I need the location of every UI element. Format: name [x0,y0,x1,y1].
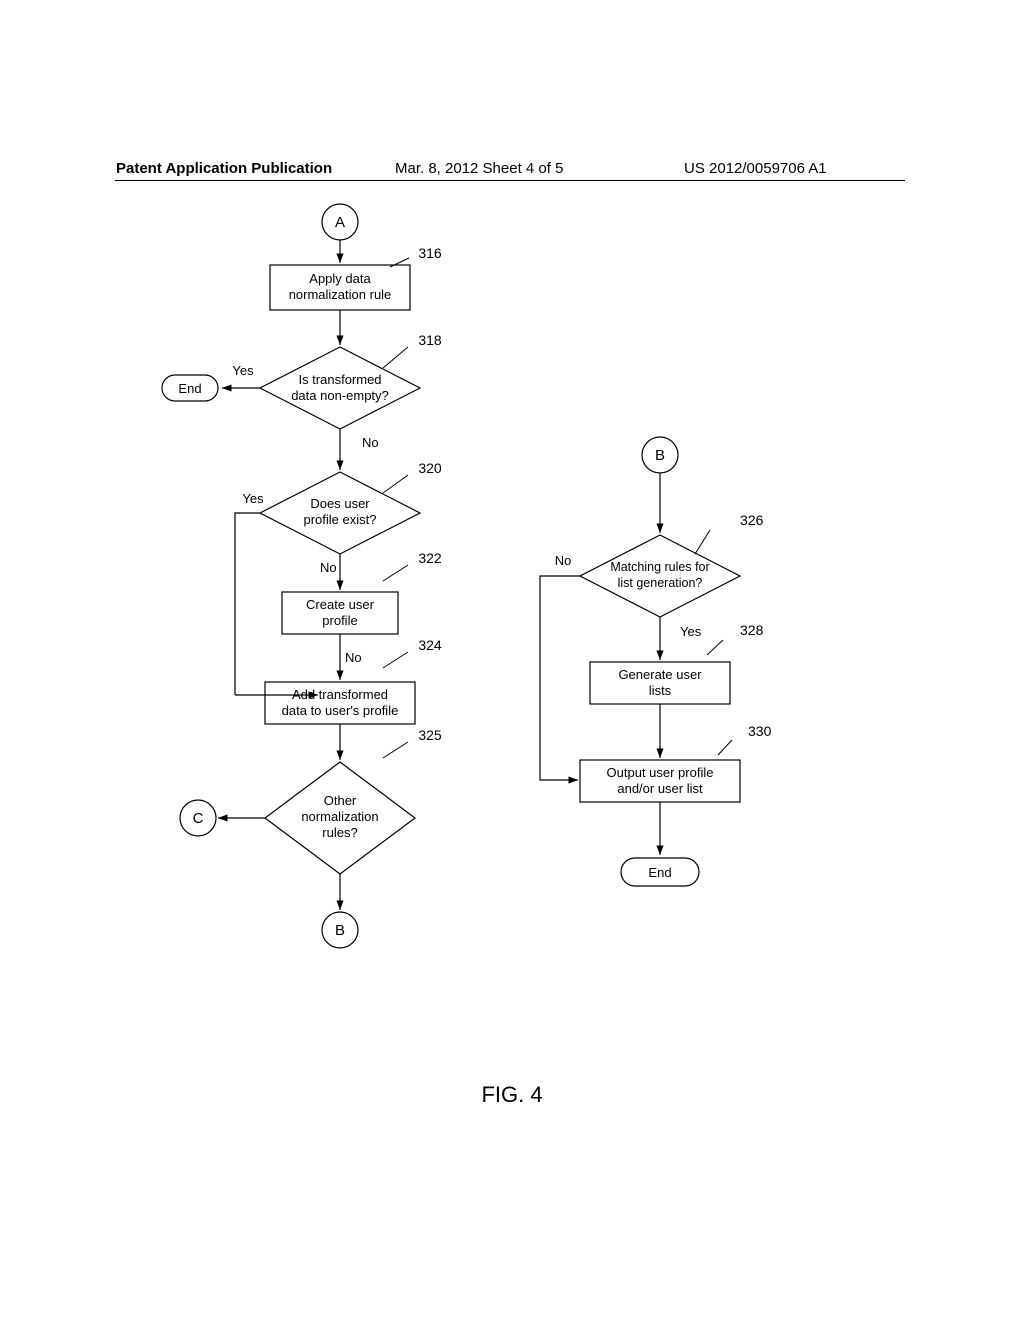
decision-318-text-1: Is transformed [298,372,381,387]
decision-325-text-2: normalization [301,809,378,824]
decision-320-text-2: profile exist? [304,512,377,527]
step-324-text-1: Add transformed [292,687,388,702]
step-324-text-2: data to user's profile [282,703,399,718]
label-no-318: No [362,435,379,450]
label-yes-326: Yes [680,624,702,639]
connector-c-label: C [193,810,204,827]
decision-326-text-1: Matching rules for [610,560,709,574]
ref-326: 326 [740,512,764,528]
label-yes-318: Yes [232,363,254,378]
decision-325-text-1: Other [324,793,357,808]
label-yes-320: Yes [242,491,264,506]
ref-328: 328 [740,622,764,638]
step-330-text-1: Output user profile [607,765,714,780]
flowchart-diagram: A Apply data normalization rule 316 Is t… [0,0,1024,1320]
step-328-text-2: lists [649,683,672,698]
figure-caption: FIG. 4 [0,1082,1024,1108]
terminator-end-1-label: End [178,381,201,396]
connector-b-bottom-label: B [335,922,345,939]
decision-320-text-1: Does user [310,496,370,511]
step-316-text-1: Apply data [309,271,371,286]
terminator-end-2-label: End [648,865,671,880]
connector-b-top-label: B [655,447,665,464]
ref-320: 320 [418,460,442,476]
decision-325-text-3: rules? [322,825,357,840]
label-no-merge: No [345,650,362,665]
step-322-text-2: profile [322,613,357,628]
step-328-text-1: Generate user [618,667,702,682]
ref-330: 330 [748,723,772,739]
step-316-text-2: normalization rule [289,287,392,302]
step-322-text-1: Create user [306,597,375,612]
step-330-text-2: and/or user list [617,781,703,796]
ref-316: 316 [418,245,442,261]
label-no-326: No [555,553,572,568]
decision-326-text-2: list generation? [618,576,703,590]
label-no-320: No [320,560,337,575]
ref-322: 322 [418,550,442,566]
connector-a-label: A [335,214,345,231]
ref-318: 318 [418,332,442,348]
decision-318-text-2: data non-empty? [291,388,389,403]
ref-324: 324 [418,637,442,653]
ref-325: 325 [418,727,442,743]
